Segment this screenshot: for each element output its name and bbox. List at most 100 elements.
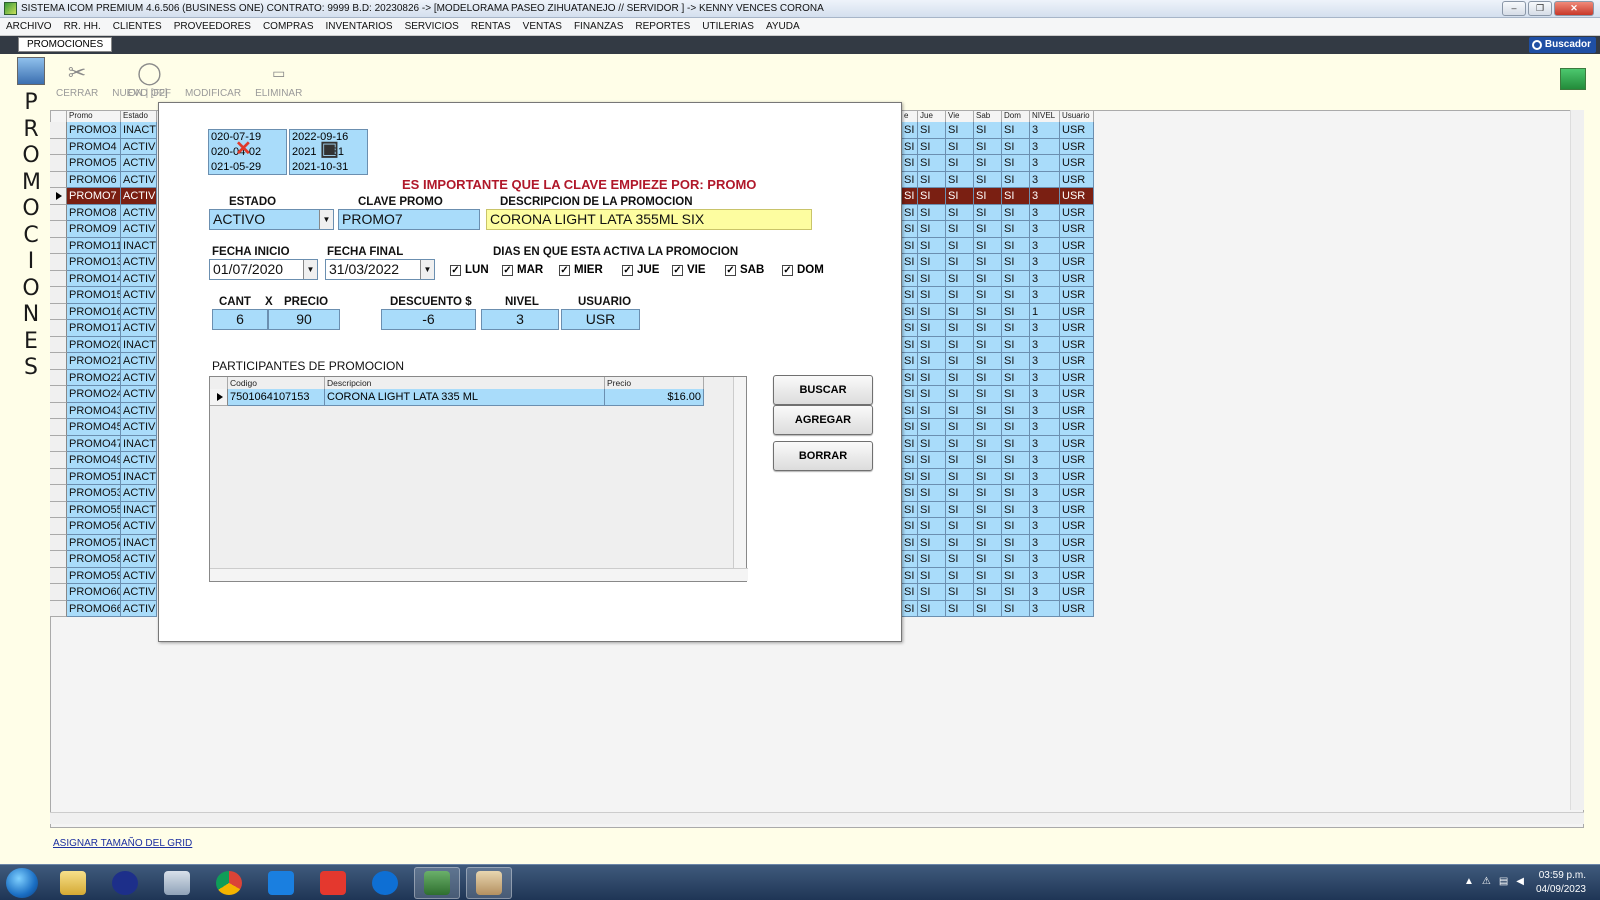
- menu-ventas[interactable]: VENTAS: [523, 21, 562, 32]
- fecha-inicio-picker[interactable]: 01/07/2020 ▼: [209, 259, 318, 280]
- participants-horizontal-scrollbar[interactable]: [210, 568, 748, 581]
- row-selector[interactable]: [50, 468, 67, 485]
- taskbar-paint[interactable]: [466, 867, 512, 899]
- taskbar-anydesk[interactable]: [310, 867, 356, 899]
- row-selector[interactable]: [50, 171, 67, 188]
- menu-rrhh[interactable]: RR. HH.: [64, 21, 101, 32]
- onoff-button[interactable]: ◯ ON | OFF: [128, 58, 171, 104]
- fecha-final-picker[interactable]: 31/03/2022 ▼: [325, 259, 435, 280]
- menu-inventarios[interactable]: INVENTARIOS: [326, 21, 393, 32]
- header-usuario[interactable]: Usuario: [1060, 110, 1094, 122]
- row-selector[interactable]: [50, 122, 67, 139]
- menu-finanzas[interactable]: FINANZAS: [574, 21, 623, 32]
- buscar-button[interactable]: BUSCAR: [773, 375, 873, 405]
- close-window-button[interactable]: ✕: [1554, 1, 1594, 16]
- row-selector[interactable]: [50, 485, 67, 502]
- checkbox-vie[interactable]: ✓ VIE: [672, 264, 706, 276]
- menu-ayuda[interactable]: AYUDA: [766, 21, 800, 32]
- row-selector[interactable]: [50, 518, 67, 535]
- row-selector[interactable]: [50, 336, 67, 353]
- row-selector[interactable]: [50, 584, 67, 601]
- row-selector[interactable]: [50, 353, 67, 370]
- grid-vertical-scrollbar[interactable]: [1570, 110, 1584, 810]
- row-selector[interactable]: [50, 254, 67, 271]
- row-selector[interactable]: [50, 155, 67, 172]
- chevron-down-icon[interactable]: ▼: [420, 260, 434, 279]
- checkbox-mier[interactable]: ✓ MIER: [559, 264, 603, 276]
- checkbox-lun[interactable]: ✓ LUN: [450, 264, 489, 276]
- row-selector[interactable]: [50, 551, 67, 568]
- clock[interactable]: 03:59 p.m. 04/09/2023: [1536, 869, 1586, 897]
- row-selector[interactable]: [50, 501, 67, 518]
- row-selector[interactable]: [50, 303, 67, 320]
- row-selector[interactable]: [50, 320, 67, 337]
- minimize-button[interactable]: ‒: [1502, 1, 1526, 16]
- taskbar-app-5[interactable]: [258, 867, 304, 899]
- menu-clientes[interactable]: CLIENTES: [113, 21, 162, 32]
- header-promo[interactable]: Promo: [67, 110, 121, 122]
- taskbar-teamviewer[interactable]: [362, 867, 408, 899]
- modificar-button[interactable]: MODIFICAR: [185, 58, 241, 104]
- menu-compras[interactable]: COMPRAS: [263, 21, 314, 32]
- cerrar-mini-button[interactable]: 020-07-19 020-04-02 021-05-29 ✕: [208, 129, 287, 175]
- header-nivel[interactable]: NIVEL: [1030, 110, 1060, 122]
- taskbar-explorer[interactable]: [50, 867, 96, 899]
- checkbox-dom[interactable]: ✓ DOM: [782, 264, 824, 276]
- row-selector[interactable]: [50, 534, 67, 551]
- buscador-button[interactable]: Buscador: [1528, 37, 1596, 53]
- menu-utilerias[interactable]: UTILERIAS: [702, 21, 754, 32]
- eliminar-button[interactable]: ▭ ELIMINAR: [255, 58, 302, 104]
- row-selector[interactable]: [50, 237, 67, 254]
- checkbox-jue[interactable]: ✓ JUE: [622, 264, 659, 276]
- row-selector[interactable]: [50, 600, 67, 617]
- chevron-up-icon[interactable]: ▲: [1464, 876, 1474, 887]
- header-vie[interactable]: Vie: [946, 110, 974, 122]
- tab-promociones[interactable]: PROMOCIONES: [18, 37, 113, 52]
- chevron-down-icon[interactable]: ▼: [319, 210, 333, 229]
- precio-input[interactable]: 90: [268, 309, 340, 330]
- board-icon[interactable]: [1560, 68, 1586, 90]
- row-selector[interactable]: [50, 402, 67, 419]
- p-header-descripcion[interactable]: Descripcion: [325, 377, 605, 389]
- header-mie[interactable]: e: [902, 110, 918, 122]
- restore-button[interactable]: ❐: [1528, 1, 1552, 16]
- checkbox-sab[interactable]: ✓ SAB: [725, 264, 764, 276]
- taskbar-chrome[interactable]: [206, 867, 252, 899]
- row-selector[interactable]: [50, 221, 67, 238]
- agregar-button[interactable]: AGREGAR: [773, 405, 873, 435]
- row-selector[interactable]: [50, 386, 67, 403]
- row-selector[interactable]: [50, 287, 67, 304]
- cant-input[interactable]: 6: [212, 309, 268, 330]
- row-selector[interactable]: [50, 419, 67, 436]
- menu-reportes[interactable]: REPORTES: [635, 21, 690, 32]
- menu-servicios[interactable]: SERVICIOS: [405, 21, 459, 32]
- estado-select[interactable]: ACTIVO ▼: [209, 209, 334, 230]
- header-estado[interactable]: Estado: [121, 110, 157, 122]
- p-header-codigo[interactable]: Codigo: [228, 377, 325, 389]
- header-sab[interactable]: Sab: [974, 110, 1002, 122]
- clave-input[interactable]: PROMO7: [338, 209, 480, 230]
- header-dom[interactable]: Dom: [1002, 110, 1030, 122]
- assign-grid-size-link[interactable]: ASIGNAR TAMAÑO DEL GRID: [53, 838, 192, 849]
- start-button[interactable]: [6, 868, 38, 898]
- descuento-input[interactable]: -6: [381, 309, 476, 330]
- row-selector[interactable]: [50, 204, 67, 221]
- descripcion-input[interactable]: CORONA LIGHT LATA 355ML SIX: [486, 209, 812, 230]
- taskbar-app-2[interactable]: [102, 867, 148, 899]
- guardar-mini-button[interactable]: 2022-09-16 2021 31 2021-10-31 ▣: [289, 129, 368, 175]
- cerrar-button[interactable]: ✂ CERRAR: [56, 58, 98, 104]
- row-selector[interactable]: [50, 567, 67, 584]
- row-selector[interactable]: [50, 188, 67, 205]
- participants-grid[interactable]: Codigo Descripcion Precio 7501064107153 …: [209, 376, 748, 582]
- chevron-down-icon[interactable]: ▼: [303, 260, 317, 279]
- row-selector[interactable]: [50, 435, 67, 452]
- borrar-button[interactable]: BORRAR: [773, 441, 873, 471]
- row-selector[interactable]: [50, 369, 67, 386]
- volume-icon[interactable]: ◀: [1516, 876, 1524, 887]
- warning-icon[interactable]: ⚠: [1482, 876, 1491, 887]
- row-selector[interactable]: [50, 138, 67, 155]
- row-selector[interactable]: [50, 270, 67, 287]
- grid-horizontal-scrollbar[interactable]: [50, 812, 1584, 824]
- taskbar-icom[interactable]: [414, 867, 460, 899]
- taskbar-app-3[interactable]: [154, 867, 200, 899]
